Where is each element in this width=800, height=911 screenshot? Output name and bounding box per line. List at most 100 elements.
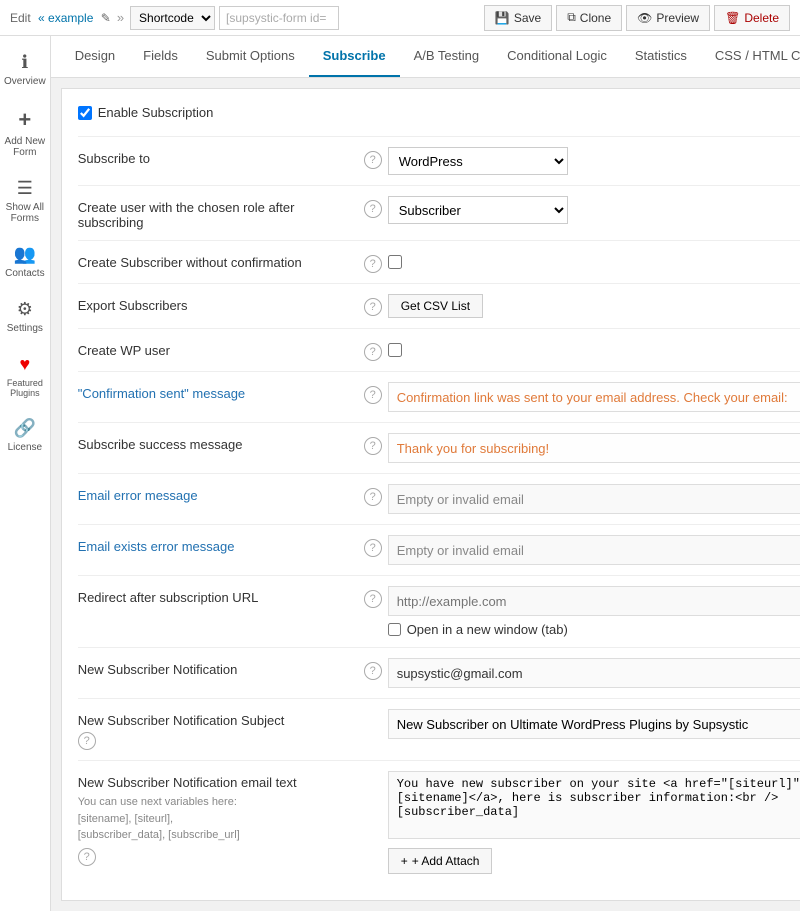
create-wp-user-row: Create WP user ? (78, 328, 800, 371)
preview-button[interactable]: 👁 Preview (626, 5, 710, 31)
notification-email-row: New Subscriber Notification ? (78, 647, 800, 698)
sidebar-item-settings[interactable]: ⚙ Settings (0, 291, 50, 342)
sidebar-item-label: Settings (7, 323, 43, 334)
create-wp-user-label: Create WP user (78, 339, 358, 358)
top-bar: Edit « example ✎ » Shortcode 💾 Save ⧉ Cl… (0, 0, 800, 36)
email-error-control (388, 484, 800, 514)
create-user-role-control: Subscriber (388, 196, 800, 224)
tab-ab-testing[interactable]: A/B Testing (400, 36, 494, 77)
email-error-input[interactable] (388, 484, 800, 514)
create-wp-user-checkbox[interactable] (388, 343, 402, 357)
subscribe-success-help[interactable]: ? (358, 433, 388, 455)
email-exists-error-label: Email exists error message (78, 535, 358, 554)
redirect-url-input[interactable] (388, 586, 800, 616)
subscribe-success-control (388, 433, 800, 463)
preview-icon: 👁 (637, 11, 652, 25)
notification-subject-label: New Subscriber Notification Subject ? (78, 709, 358, 750)
confirmation-message-input[interactable] (388, 382, 800, 412)
open-new-window-label: Open in a new window (tab) (407, 622, 568, 637)
save-icon: 💾 (495, 11, 510, 25)
tab-subscribe[interactable]: Subscribe (309, 36, 400, 77)
add-icon: + (401, 854, 408, 868)
email-exists-error-help[interactable]: ? (358, 535, 388, 557)
notification-email-label: New Subscriber Notification (78, 658, 358, 677)
save-button[interactable]: 💾 Save (484, 5, 552, 31)
create-without-confirmation-checkbox[interactable] (388, 255, 402, 269)
sidebar-item-add-new-form[interactable]: + Add New Form (0, 99, 50, 166)
export-subscribers-help[interactable]: ? (358, 294, 388, 316)
subscribe-success-input[interactable] (388, 433, 800, 463)
add-form-icon: + (18, 107, 31, 133)
redirect-url-help[interactable]: ? (358, 586, 388, 608)
clone-button[interactable]: ⧉ Clone (556, 5, 622, 31)
help-icon: ? (364, 488, 382, 506)
sidebar-item-show-all-forms[interactable]: ☰ Show All Forms (0, 170, 50, 232)
shortcode-dropdown[interactable]: Shortcode (130, 6, 215, 30)
notification-text-row: New Subscriber Notification email text Y… (78, 760, 800, 884)
create-user-role-row: Create user with the chosen role after s… (78, 185, 800, 240)
settings-icon: ⚙ (17, 299, 33, 320)
notification-email-input[interactable] (388, 658, 800, 688)
open-new-window-checkbox[interactable] (388, 623, 401, 636)
email-error-label: Email error message (78, 484, 358, 503)
redirect-url-row: Redirect after subscription URL ? Open i… (78, 575, 800, 647)
notification-text-textarea[interactable]: You have new subscriber on your site <a … (388, 771, 800, 839)
confirmation-message-help[interactable]: ? (358, 382, 388, 404)
example-link[interactable]: « example (38, 11, 93, 25)
shortcode-input[interactable] (219, 6, 339, 30)
sidebar-item-label: License (8, 442, 42, 453)
tabs: Design Fields Submit Options Subscribe A… (51, 36, 800, 78)
user-role-select[interactable]: Subscriber (388, 196, 568, 224)
help-icon: ? (78, 732, 96, 750)
help-icon: ? (364, 255, 382, 273)
export-subscribers-row: Export Subscribers ? Get CSV List (78, 283, 800, 328)
add-attach-button[interactable]: + + Add Attach (388, 848, 493, 874)
create-wp-user-control (388, 339, 800, 360)
subscribe-success-row: Subscribe success message ? (78, 422, 800, 473)
create-user-role-help[interactable]: ? (358, 196, 388, 218)
help-icon: ? (78, 848, 96, 866)
sidebar-item-label: Show All Forms (4, 202, 46, 224)
delete-button[interactable]: 🗑 Delete (714, 5, 790, 31)
edit-label: Edit « example ✎ (10, 11, 111, 25)
export-subscribers-control: Get CSV List (388, 294, 800, 318)
notification-email-help[interactable]: ? (358, 658, 388, 680)
shortcode-selector: Shortcode (130, 6, 339, 30)
tab-conditional-logic[interactable]: Conditional Logic (493, 36, 621, 77)
create-wp-user-help[interactable]: ? (358, 339, 388, 361)
create-without-confirmation-label: Create Subscriber without confirmation (78, 251, 358, 270)
help-icon: ? (364, 590, 382, 608)
sidebar-item-label: Featured Plugins (4, 378, 46, 398)
tab-css-html-code[interactable]: CSS / HTML Code (701, 36, 800, 77)
tab-design[interactable]: Design (61, 36, 129, 77)
email-exists-error-input[interactable] (388, 535, 800, 565)
subscribe-to-help[interactable]: ? (358, 147, 388, 169)
get-csv-button[interactable]: Get CSV List (388, 294, 483, 318)
tab-statistics[interactable]: Statistics (621, 36, 701, 77)
enable-subscription-checkbox[interactable] (78, 106, 92, 120)
sidebar-item-overview[interactable]: ℹ Overview (0, 44, 50, 95)
notification-subject-input[interactable] (388, 709, 800, 739)
overview-icon: ℹ (21, 52, 28, 73)
variables-hint: You can use next variables here:[sitenam… (78, 794, 358, 844)
notification-text-label: New Subscriber Notification email text Y… (78, 771, 358, 866)
sidebar-item-featured-plugins[interactable]: ♥ Featured Plugins (0, 346, 50, 406)
redirect-url-control: Open in a new window (tab) (388, 586, 800, 637)
subscribe-to-select[interactable]: WordPress (388, 147, 568, 175)
breadcrumb-arrow: » (117, 10, 124, 25)
subscribe-to-control: WordPress (388, 147, 800, 175)
create-without-confirmation-help[interactable]: ? (358, 251, 388, 273)
tab-fields[interactable]: Fields (129, 36, 192, 77)
email-exists-error-row: Email exists error message ? (78, 524, 800, 575)
main-content: Design Fields Submit Options Subscribe A… (51, 36, 800, 911)
tab-submit-options[interactable]: Submit Options (192, 36, 309, 77)
email-error-row: Email error message ? (78, 473, 800, 524)
sidebar: ℹ Overview + Add New Form ☰ Show All For… (0, 36, 51, 911)
layout: ℹ Overview + Add New Form ☰ Show All For… (0, 36, 800, 911)
email-error-help[interactable]: ? (358, 484, 388, 506)
sidebar-item-contacts[interactable]: 👥 Contacts (0, 236, 50, 287)
sidebar-item-license[interactable]: 🔗 License (0, 410, 50, 461)
help-icon: ? (364, 437, 382, 455)
notification-subject-row: New Subscriber Notification Subject ? (78, 698, 800, 760)
notification-text-control: You have new subscriber on your site <a … (388, 771, 800, 874)
